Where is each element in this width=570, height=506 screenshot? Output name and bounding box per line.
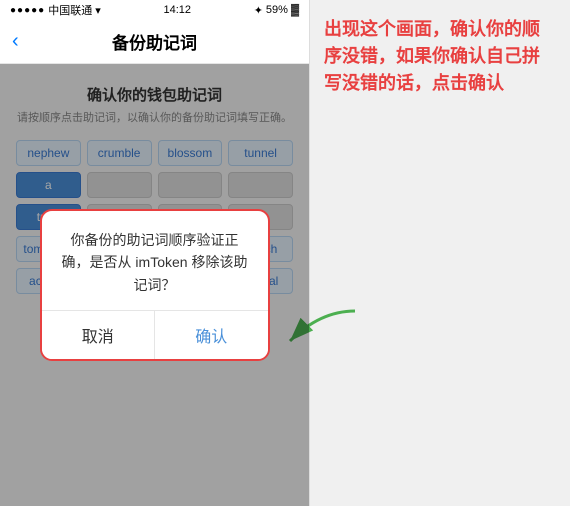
- page-content: 确认你的钱包助记词 请按顺序点击助记词，以确认你的备份助记词填写正确。 neph…: [0, 64, 309, 506]
- dialog-message: 你备份的助记词顺序验证正确，是否从 imToken 移除该助记词？: [62, 232, 248, 293]
- signal-icon: ●●●●●: [10, 5, 45, 16]
- carrier-label: 中国联通: [48, 2, 92, 18]
- dialog-box: 你备份的助记词顺序验证正确，是否从 imToken 移除该助记词？ 取消 确认: [40, 209, 270, 361]
- dialog-ok-button[interactable]: 确认: [155, 311, 268, 359]
- back-button[interactable]: ‹: [12, 30, 19, 53]
- battery-label: 59%: [266, 4, 288, 16]
- dialog-cancel-button[interactable]: 取消: [42, 311, 156, 359]
- dialog-overlay: 你备份的助记词顺序验证正确，是否从 imToken 移除该助记词？ 取消 确认: [0, 64, 309, 506]
- battery-icon: ▓: [291, 4, 299, 16]
- time-label: 14:12: [163, 4, 191, 16]
- dialog-body: 你备份的助记词顺序验证正确，是否从 imToken 移除该助记词？: [42, 211, 268, 310]
- wifi-icon: ▾: [95, 4, 101, 17]
- annotation-panel: 出现这个画面，确认你的顺序没错，如果你确认自己拼写没错的话，点击确认: [310, 0, 570, 506]
- annotation-text: 出现这个画面，确认你的顺序没错，如果你确认自己拼写没错的话，点击确认: [324, 16, 556, 97]
- status-left: ●●●●● 中国联通 ▾: [10, 2, 101, 18]
- status-right: ✦ 59% ▓: [254, 4, 299, 17]
- bluetooth-icon: ✦: [254, 4, 263, 17]
- nav-title: 备份助记词: [112, 29, 197, 54]
- phone-frame: ●●●●● 中国联通 ▾ 14:12 ✦ 59% ▓ ‹ 备份助记词 确认你的钱…: [0, 0, 310, 506]
- nav-bar: ‹ 备份助记词: [0, 20, 309, 64]
- status-bar: ●●●●● 中国联通 ▾ 14:12 ✦ 59% ▓: [0, 0, 309, 20]
- dialog-actions: 取消 确认: [42, 310, 268, 359]
